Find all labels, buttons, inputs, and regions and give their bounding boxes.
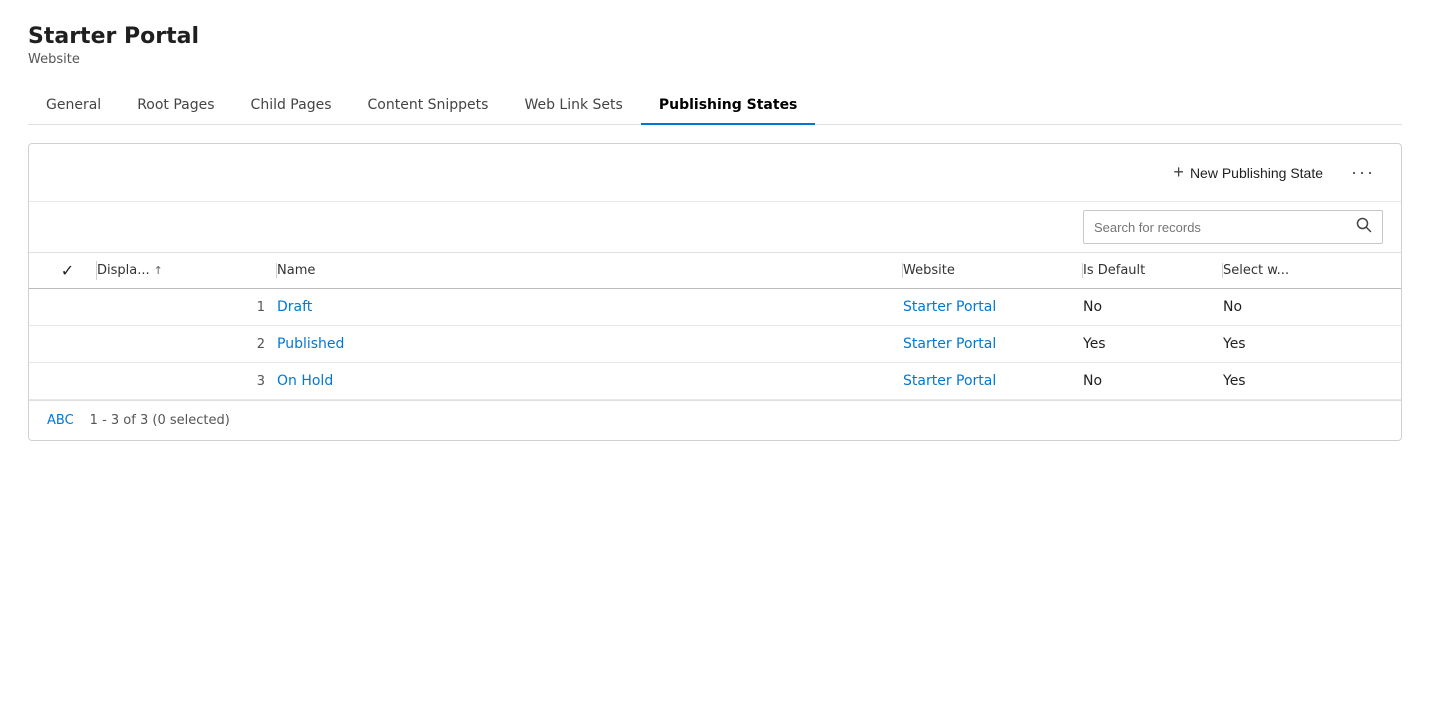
plus-icon: + xyxy=(1173,162,1184,183)
sort-asc-icon: ↑ xyxy=(154,264,163,277)
cell-is-default: No xyxy=(1083,299,1223,315)
cell-display-order: 3 xyxy=(97,374,277,389)
column-check: ✓ xyxy=(47,261,97,280)
page-subtitle: Website xyxy=(28,52,1402,67)
column-name-label: Name xyxy=(277,263,315,278)
cell-display-order: 1 xyxy=(97,300,277,315)
record-count: 1 - 3 of 3 (0 selected) xyxy=(90,413,230,428)
content-panel: + New Publishing State ··· ✓ Displa... ↑… xyxy=(28,143,1402,441)
tab-publishing-states[interactable]: Publishing States xyxy=(641,87,816,125)
cell-select-w: Yes xyxy=(1223,373,1383,389)
abc-filter[interactable]: ABC xyxy=(47,413,74,428)
grid-toolbar: + New Publishing State ··· xyxy=(29,144,1401,201)
tab-general[interactable]: General xyxy=(28,87,119,125)
tab-child-pages[interactable]: Child Pages xyxy=(233,87,350,125)
column-website-label: Website xyxy=(903,263,955,278)
search-input[interactable] xyxy=(1084,213,1346,242)
table-footer: ABC 1 - 3 of 3 (0 selected) xyxy=(29,400,1401,440)
more-options-button[interactable]: ··· xyxy=(1343,158,1383,187)
tab-content-snippets[interactable]: Content Snippets xyxy=(350,87,507,125)
column-display[interactable]: Displa... ↑ xyxy=(97,263,277,278)
column-website[interactable]: Website xyxy=(903,263,1083,278)
tab-root-pages[interactable]: Root Pages xyxy=(119,87,232,125)
column-select-w-label: Select w... xyxy=(1223,263,1289,278)
cell-website[interactable]: Starter Portal xyxy=(903,299,1083,315)
cell-select-w: No xyxy=(1223,299,1383,315)
check-all-icon[interactable]: ✓ xyxy=(61,261,74,280)
table-row[interactable]: 1 Draft Starter Portal No No xyxy=(29,289,1401,326)
search-icon[interactable] xyxy=(1346,211,1382,243)
cell-name[interactable]: On Hold xyxy=(277,373,903,389)
search-row xyxy=(29,201,1401,252)
cell-display-order: 2 xyxy=(97,337,277,352)
tab-bar: General Root Pages Child Pages Content S… xyxy=(28,87,1402,125)
cell-website[interactable]: Starter Portal xyxy=(903,373,1083,389)
cell-is-default: Yes xyxy=(1083,336,1223,352)
table-header: ✓ Displa... ↑ Name Website Is Default Se… xyxy=(29,252,1401,289)
column-is-default[interactable]: Is Default xyxy=(1083,263,1223,278)
tab-web-link-sets[interactable]: Web Link Sets xyxy=(506,87,640,125)
cell-name[interactable]: Draft xyxy=(277,299,903,315)
column-select-w[interactable]: Select w... xyxy=(1223,263,1383,278)
cell-is-default: No xyxy=(1083,373,1223,389)
table-row[interactable]: 3 On Hold Starter Portal No Yes xyxy=(29,363,1401,400)
new-publishing-state-button[interactable]: + New Publishing State xyxy=(1165,156,1331,189)
table-body: 1 Draft Starter Portal No No 2 Published… xyxy=(29,289,1401,400)
cell-website[interactable]: Starter Portal xyxy=(903,336,1083,352)
column-name[interactable]: Name xyxy=(277,263,903,278)
page-header: Starter Portal Website xyxy=(28,24,1402,67)
column-display-label: Displa... xyxy=(97,263,150,278)
table-row[interactable]: 2 Published Starter Portal Yes Yes xyxy=(29,326,1401,363)
new-publishing-state-label: New Publishing State xyxy=(1190,165,1323,181)
cell-select-w: Yes xyxy=(1223,336,1383,352)
tab-more-icon[interactable] xyxy=(815,95,839,117)
column-is-default-label: Is Default xyxy=(1083,263,1145,278)
cell-name[interactable]: Published xyxy=(277,336,903,352)
page-title: Starter Portal xyxy=(28,24,1402,50)
search-box xyxy=(1083,210,1383,244)
